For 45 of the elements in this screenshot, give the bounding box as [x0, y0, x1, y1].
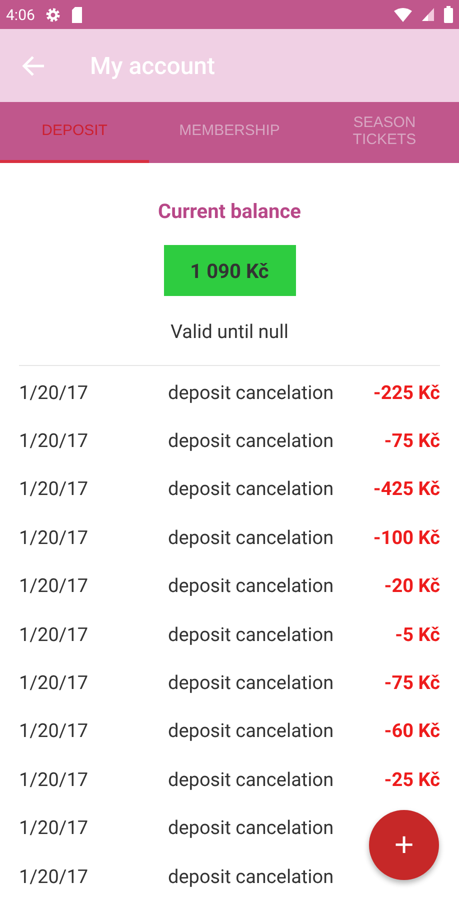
- transaction-description: deposit cancelation: [168, 429, 335, 452]
- transaction-description: deposit cancelation: [168, 816, 335, 840]
- transaction-date: 1/20/17: [19, 816, 90, 840]
- transaction-amount: -20 Kč: [384, 574, 440, 598]
- transaction-amount: -75 Kč: [384, 671, 440, 694]
- signal-icon: [422, 8, 434, 21]
- transaction-description: deposit cancelation: [168, 768, 335, 791]
- transaction-description: deposit cancelation: [168, 622, 335, 646]
- tab[interactable]: DEPOSIT: [0, 102, 150, 163]
- balance-amount: 1 090 Kč: [164, 245, 296, 296]
- transaction-date: 1/20/17: [19, 671, 90, 694]
- transaction-amount: -425 Kč: [373, 477, 440, 500]
- transaction-date: 1/20/17: [19, 380, 90, 404]
- transaction-date: 1/20/17: [19, 574, 90, 598]
- transaction-date: 1/20/17: [19, 768, 90, 791]
- validity-text: Valid until null: [170, 320, 289, 343]
- transaction-amount: -225 Kč: [373, 380, 440, 404]
- transaction-description: deposit cancelation: [168, 671, 335, 694]
- transaction-description: deposit cancelation: [168, 574, 335, 598]
- transaction-description: deposit cancelation: [168, 526, 335, 549]
- transaction-amount: -5 Kč: [395, 622, 440, 646]
- transaction-description: deposit cancelation: [168, 380, 335, 404]
- transaction-amount: -100 Kč: [373, 526, 440, 549]
- transaction-date: 1/20/17: [19, 477, 90, 500]
- transaction-date: 1/20/17: [19, 622, 90, 646]
- transaction-date: 1/20/17: [19, 719, 90, 742]
- tab[interactable]: SEASON TICKETS: [310, 102, 459, 163]
- transaction-description: deposit cancelation: [168, 477, 335, 500]
- transaction-date: 1/20/17: [19, 429, 90, 452]
- transaction-description: deposit cancelation: [168, 719, 335, 742]
- transaction-amount: -75 Kč: [384, 429, 440, 452]
- tab[interactable]: MEMBERSHIP: [149, 102, 310, 163]
- transaction-amount: -25 Kč: [384, 768, 440, 791]
- back-arrow-icon[interactable]: [22, 54, 46, 76]
- wifi-icon: [394, 8, 412, 22]
- sd-card-icon: [70, 6, 83, 22]
- balance-heading: Current balance: [158, 199, 301, 223]
- status-time: 4:06: [6, 6, 35, 24]
- transaction-amount: -60 Kč: [384, 719, 440, 742]
- add-button[interactable]: +: [369, 810, 439, 880]
- battery-icon: [444, 6, 453, 23]
- gear-icon: [44, 6, 61, 22]
- transaction-date: 1/20/17: [19, 526, 90, 549]
- transaction-date: 1/20/17: [19, 864, 90, 888]
- transaction-description: deposit cancelation: [168, 864, 335, 888]
